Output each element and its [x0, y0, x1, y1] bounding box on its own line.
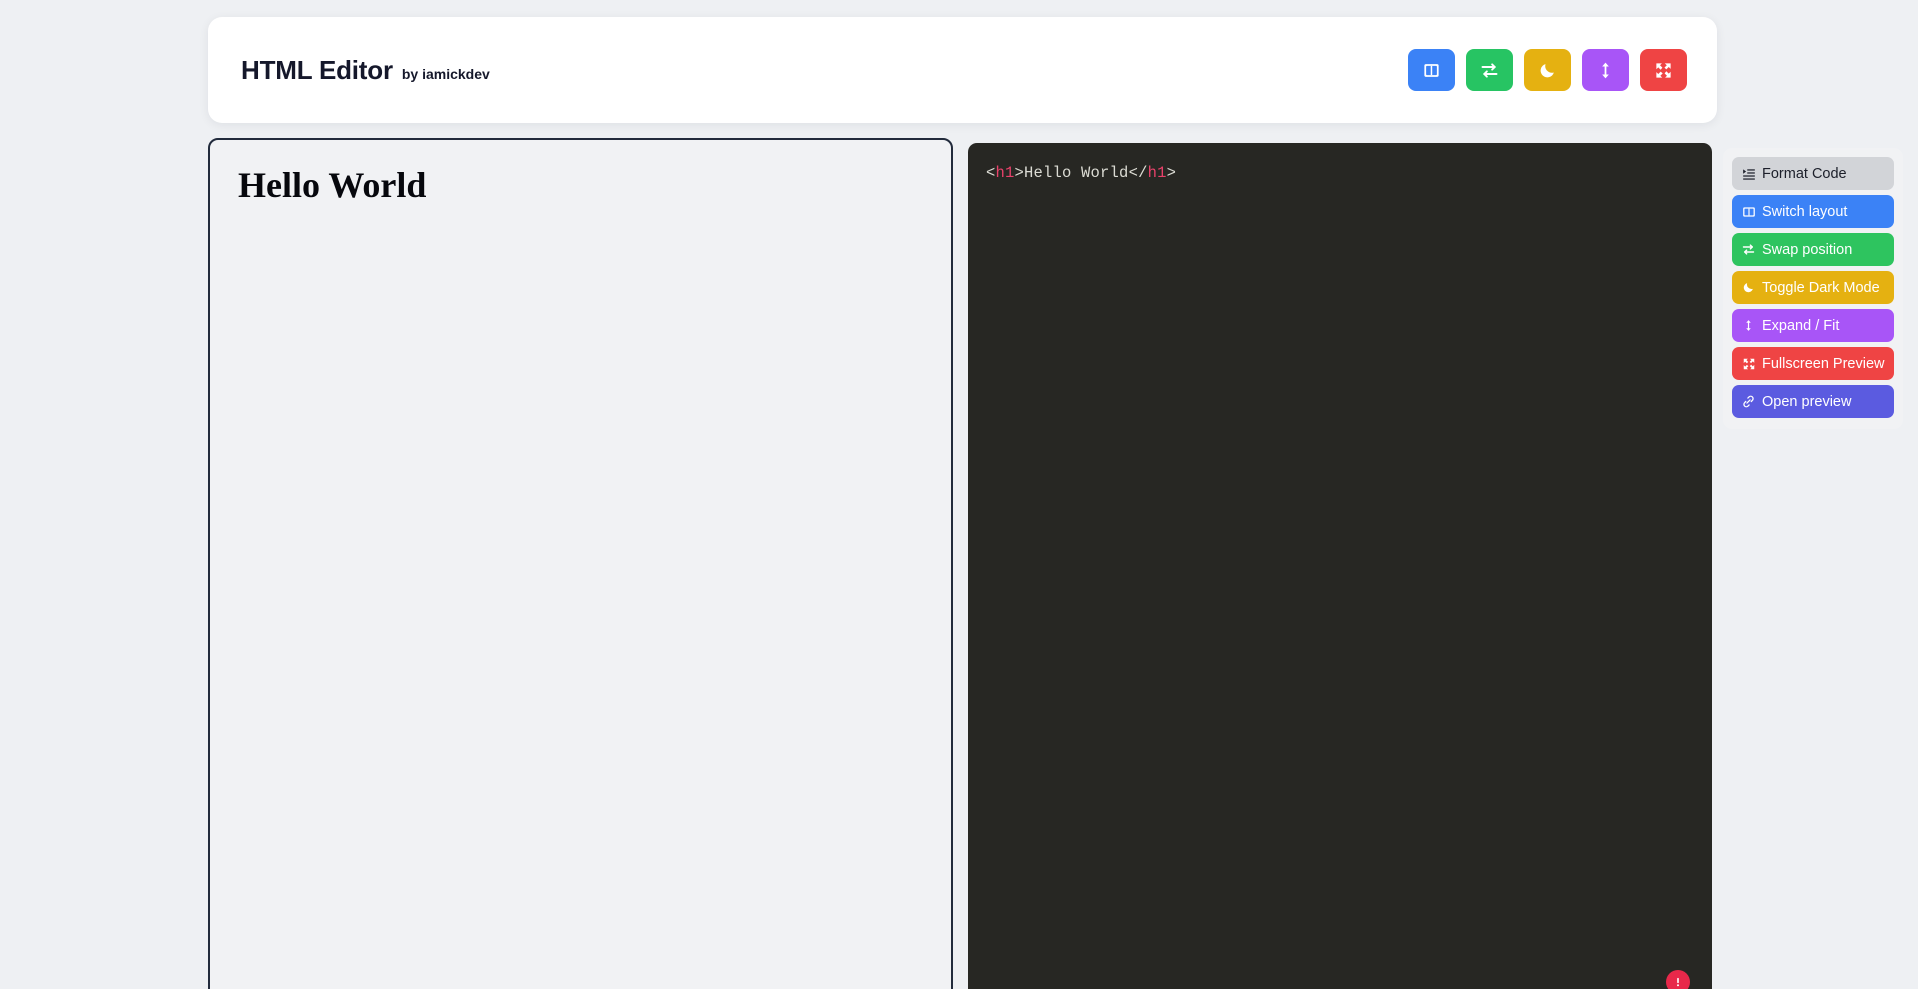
code-token-open-bracket: < — [986, 164, 996, 182]
sidebar-item-label: Open preview — [1762, 393, 1852, 410]
preview-heading: Hello World — [238, 165, 427, 205]
arrows-vertical-icon — [1596, 61, 1615, 80]
code-token-gt2: > — [1166, 164, 1177, 182]
app-byline: by iamickdev — [401, 65, 490, 82]
code-token-tag-open: h1 — [995, 164, 1015, 182]
sidebar-item-format-code[interactable]: Format Code — [1732, 157, 1894, 190]
brand: HTML Editor by iamickdev — [241, 55, 490, 86]
sidebar-item-label: Fullscreen Preview — [1762, 355, 1885, 372]
sidebar-item-switch-layout[interactable]: Switch layout — [1732, 195, 1894, 228]
code-token-gt: > — [1014, 164, 1025, 182]
expand-arrows-icon — [1741, 357, 1756, 371]
layout-columns-icon — [1422, 61, 1441, 80]
app-title: HTML Editor — [241, 54, 393, 85]
toolbar-expand-fit-button[interactable] — [1582, 49, 1629, 91]
code-editor-pane[interactable]: <h1>Hello World</h1> — [968, 143, 1712, 989]
code-token-close-bracket: </ — [1128, 164, 1148, 182]
sidebar-item-label: Expand / Fit — [1762, 317, 1840, 334]
sidebar-item-label: Toggle Dark Mode — [1762, 279, 1880, 296]
toolbar-toggle-dark-mode-button[interactable] — [1524, 49, 1571, 91]
app-header: HTML Editor by iamickdev — [208, 17, 1717, 123]
header-toolbar — [1408, 49, 1687, 91]
toolbar-switch-layout-button[interactable] — [1408, 49, 1455, 91]
moon-icon — [1741, 281, 1756, 294]
sidebar-item-label: Switch layout — [1762, 203, 1848, 220]
sidebar-item-toggle-dark-mode[interactable]: Toggle Dark Mode — [1732, 271, 1894, 304]
link-icon — [1741, 394, 1756, 409]
sidebar-item-swap-position[interactable]: Swap position — [1732, 233, 1894, 266]
code-line[interactable]: <h1>Hello World</h1> — [986, 163, 1694, 183]
exclamation-icon — [1677, 977, 1679, 987]
error-indicator-badge[interactable] — [1666, 970, 1690, 989]
sidebar-item-label: Swap position — [1762, 241, 1853, 258]
code-token-text: Hello World — [1024, 164, 1129, 182]
format-indent-icon — [1741, 167, 1756, 181]
preview-pane[interactable]: Hello World — [208, 138, 953, 989]
swap-arrows-icon — [1479, 60, 1500, 81]
layout-columns-icon — [1741, 205, 1756, 219]
expand-arrows-icon — [1654, 61, 1673, 80]
sidebar-item-label: Format Code — [1762, 165, 1847, 182]
sidebar-item-open-preview[interactable]: Open preview — [1732, 385, 1894, 418]
toolbar-swap-position-button[interactable] — [1466, 49, 1513, 91]
sidebar-item-expand-fit[interactable]: Expand / Fit — [1732, 309, 1894, 342]
action-sidebar: Format Code Switch layout Swap position … — [1723, 148, 1903, 429]
sidebar-item-fullscreen-preview[interactable]: Fullscreen Preview — [1732, 347, 1894, 380]
arrows-vertical-icon — [1741, 319, 1756, 332]
code-token-tag-close: h1 — [1147, 164, 1167, 182]
toolbar-fullscreen-preview-button[interactable] — [1640, 49, 1687, 91]
moon-icon — [1538, 61, 1557, 80]
swap-arrows-icon — [1741, 242, 1756, 257]
